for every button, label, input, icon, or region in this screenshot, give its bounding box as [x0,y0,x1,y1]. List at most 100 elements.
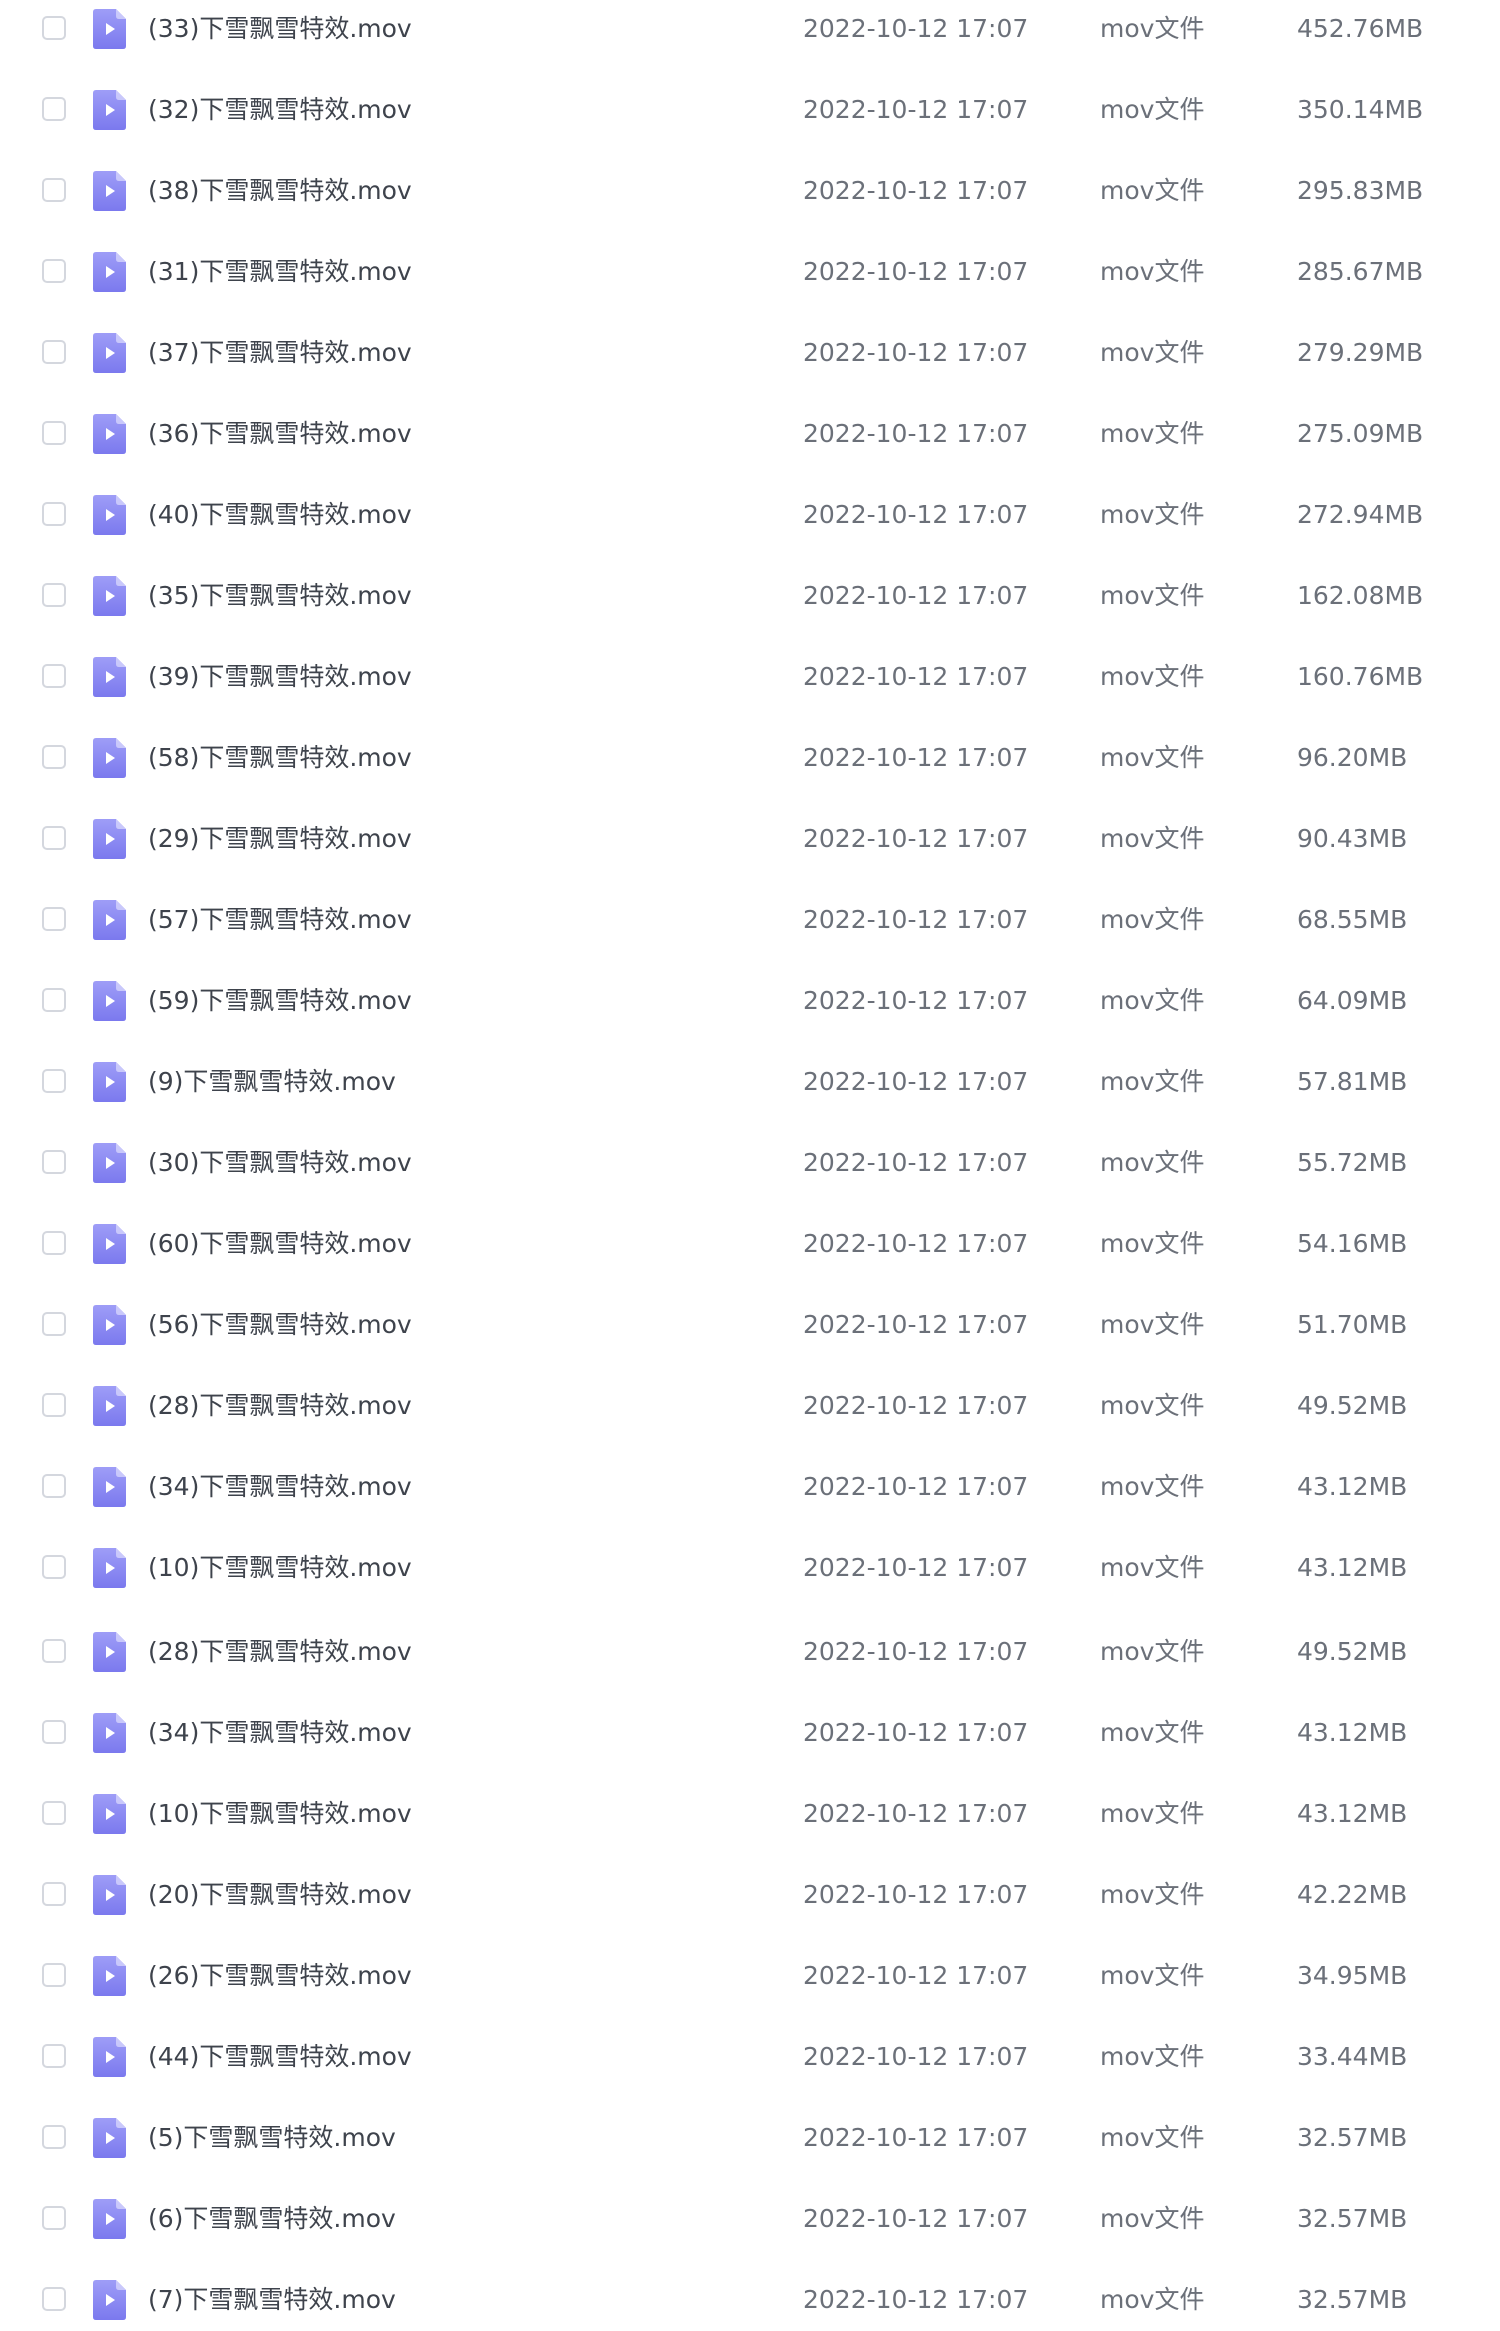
row-checkbox[interactable] [42,2206,66,2230]
file-row[interactable]: (60)下雪飘雪特效.mov 2022-10-12 17:07 mov文件 54… [0,1215,1500,1275]
file-row[interactable]: (5)下雪飘雪特效.mov 2022-10-12 17:07 mov文件 32.… [0,2109,1500,2169]
file-modified-date: 2022-10-12 17:07 [803,14,1029,43]
file-name[interactable]: (28)下雪飘雪特效.mov [148,1377,748,1437]
row-checkbox[interactable] [42,16,66,40]
file-size: 57.81MB [1297,1067,1408,1096]
file-row[interactable]: (7)下雪飘雪特效.mov 2022-10-12 17:07 mov文件 32.… [0,2271,1500,2331]
file-name[interactable]: (44)下雪飘雪特效.mov [148,2028,748,2088]
file-row[interactable]: (40)下雪飘雪特效.mov 2022-10-12 17:07 mov文件 27… [0,486,1500,546]
row-checkbox[interactable] [42,97,66,121]
row-checkbox[interactable] [42,988,66,1012]
file-row[interactable]: (6)下雪飘雪特效.mov 2022-10-12 17:07 mov文件 32.… [0,2190,1500,2250]
row-checkbox[interactable] [42,1963,66,1987]
file-name[interactable]: (56)下雪飘雪特效.mov [148,1296,748,1356]
video-file-icon [93,1713,126,1753]
file-type: mov文件 [1100,662,1205,691]
file-row[interactable]: (28)下雪飘雪特效.mov 2022-10-12 17:07 mov文件 49… [0,1623,1500,1683]
row-checkbox[interactable] [42,1150,66,1174]
file-row[interactable]: (20)下雪飘雪特效.mov 2022-10-12 17:07 mov文件 42… [0,1866,1500,1926]
row-checkbox[interactable] [42,583,66,607]
file-type: mov文件 [1100,95,1205,124]
file-name[interactable]: (7)下雪飘雪特效.mov [148,2271,748,2331]
row-checkbox[interactable] [42,1639,66,1663]
file-row[interactable]: (44)下雪飘雪特效.mov 2022-10-12 17:07 mov文件 33… [0,2028,1500,2088]
row-checkbox[interactable] [42,502,66,526]
row-checkbox[interactable] [42,1555,66,1579]
file-name[interactable]: (32)下雪飘雪特效.mov [148,81,748,141]
file-name[interactable]: (33)下雪飘雪特效.mov [148,0,748,60]
video-file-icon [93,9,126,49]
file-name[interactable]: (29)下雪飘雪特效.mov [148,810,748,870]
file-row[interactable]: (37)下雪飘雪特效.mov 2022-10-12 17:07 mov文件 27… [0,324,1500,384]
file-row[interactable]: (57)下雪飘雪特效.mov 2022-10-12 17:07 mov文件 68… [0,891,1500,951]
row-checkbox[interactable] [42,664,66,688]
file-name[interactable]: (28)下雪飘雪特效.mov [148,1623,748,1683]
file-row[interactable]: (34)下雪飘雪特效.mov 2022-10-12 17:07 mov文件 43… [0,1458,1500,1518]
file-row[interactable]: (36)下雪飘雪特效.mov 2022-10-12 17:07 mov文件 27… [0,405,1500,465]
file-name[interactable]: (58)下雪飘雪特效.mov [148,729,748,789]
file-name[interactable]: (40)下雪飘雪特效.mov [148,486,748,546]
file-name[interactable]: (10)下雪飘雪特效.mov [148,1785,748,1845]
file-type: mov文件 [1100,14,1205,43]
file-name[interactable]: (37)下雪飘雪特效.mov [148,324,748,384]
file-row[interactable]: (31)下雪飘雪特效.mov 2022-10-12 17:07 mov文件 28… [0,243,1500,303]
row-checkbox[interactable] [42,745,66,769]
file-name[interactable]: (36)下雪飘雪特效.mov [148,405,748,465]
row-checkbox[interactable] [42,2125,66,2149]
file-name[interactable]: (31)下雪飘雪特效.mov [148,243,748,303]
row-checkbox[interactable] [42,421,66,445]
file-row[interactable]: (34)下雪飘雪特效.mov 2022-10-12 17:07 mov文件 43… [0,1704,1500,1764]
file-name[interactable]: (34)下雪飘雪特效.mov [148,1458,748,1518]
row-checkbox[interactable] [42,340,66,364]
file-type: mov文件 [1100,1799,1205,1828]
row-checkbox[interactable] [42,1312,66,1336]
file-name[interactable]: (20)下雪飘雪特效.mov [148,1866,748,1926]
file-row[interactable]: (28)下雪飘雪特效.mov 2022-10-12 17:07 mov文件 49… [0,1377,1500,1437]
file-name[interactable]: (60)下雪飘雪特效.mov [148,1215,748,1275]
row-checkbox[interactable] [42,1720,66,1744]
row-checkbox[interactable] [42,1474,66,1498]
file-name[interactable]: (35)下雪飘雪特效.mov [148,567,748,627]
file-modified-date: 2022-10-12 17:07 [803,1961,1029,1990]
file-row[interactable]: (32)下雪飘雪特效.mov 2022-10-12 17:07 mov文件 35… [0,81,1500,141]
row-checkbox[interactable] [42,1393,66,1417]
row-checkbox[interactable] [42,259,66,283]
row-checkbox[interactable] [42,2044,66,2068]
file-name[interactable]: (9)下雪飘雪特效.mov [148,1053,748,1113]
file-name[interactable]: (57)下雪飘雪特效.mov [148,891,748,951]
file-name[interactable]: (39)下雪飘雪特效.mov [148,648,748,708]
file-row[interactable]: (39)下雪飘雪特效.mov 2022-10-12 17:07 mov文件 16… [0,648,1500,708]
file-row[interactable]: (59)下雪飘雪特效.mov 2022-10-12 17:07 mov文件 64… [0,972,1500,1032]
file-name[interactable]: (26)下雪飘雪特效.mov [148,1947,748,2007]
file-row[interactable]: (9)下雪飘雪特效.mov 2022-10-12 17:07 mov文件 57.… [0,1053,1500,1113]
file-row[interactable]: (56)下雪飘雪特效.mov 2022-10-12 17:07 mov文件 51… [0,1296,1500,1356]
file-row[interactable]: (29)下雪飘雪特效.mov 2022-10-12 17:07 mov文件 90… [0,810,1500,870]
file-name[interactable]: (30)下雪飘雪特效.mov [148,1134,748,1194]
file-row[interactable]: (10)下雪飘雪特效.mov 2022-10-12 17:07 mov文件 43… [0,1785,1500,1845]
file-row[interactable]: (10)下雪飘雪特效.mov 2022-10-12 17:07 mov文件 43… [0,1539,1500,1599]
file-name[interactable]: (34)下雪飘雪特效.mov [148,1704,748,1764]
row-checkbox[interactable] [42,1801,66,1825]
row-checkbox[interactable] [42,1882,66,1906]
file-row[interactable]: (33)下雪飘雪特效.mov 2022-10-12 17:07 mov文件 45… [0,0,1500,60]
file-name[interactable]: (10)下雪飘雪特效.mov [148,1539,748,1599]
file-row[interactable]: (38)下雪飘雪特效.mov 2022-10-12 17:07 mov文件 29… [0,162,1500,222]
file-row[interactable]: (58)下雪飘雪特效.mov 2022-10-12 17:07 mov文件 96… [0,729,1500,789]
row-checkbox[interactable] [42,907,66,931]
file-row[interactable]: (30)下雪飘雪特效.mov 2022-10-12 17:07 mov文件 55… [0,1134,1500,1194]
row-checkbox[interactable] [42,826,66,850]
file-row[interactable]: (35)下雪飘雪特效.mov 2022-10-12 17:07 mov文件 16… [0,567,1500,627]
file-type: mov文件 [1100,986,1205,1015]
row-checkbox[interactable] [42,2287,66,2311]
row-checkbox[interactable] [42,1231,66,1255]
video-file-icon [93,738,126,778]
row-checkbox[interactable] [42,1069,66,1093]
row-checkbox[interactable] [42,178,66,202]
file-row[interactable]: (26)下雪飘雪特效.mov 2022-10-12 17:07 mov文件 34… [0,1947,1500,2007]
file-name[interactable]: (59)下雪飘雪特效.mov [148,972,748,1032]
file-name[interactable]: (5)下雪飘雪特效.mov [148,2109,748,2169]
file-size: 33.44MB [1297,2042,1408,2071]
file-name[interactable]: (38)下雪飘雪特效.mov [148,162,748,222]
file-name[interactable]: (6)下雪飘雪特效.mov [148,2190,748,2250]
file-modified-date: 2022-10-12 17:07 [803,581,1029,610]
